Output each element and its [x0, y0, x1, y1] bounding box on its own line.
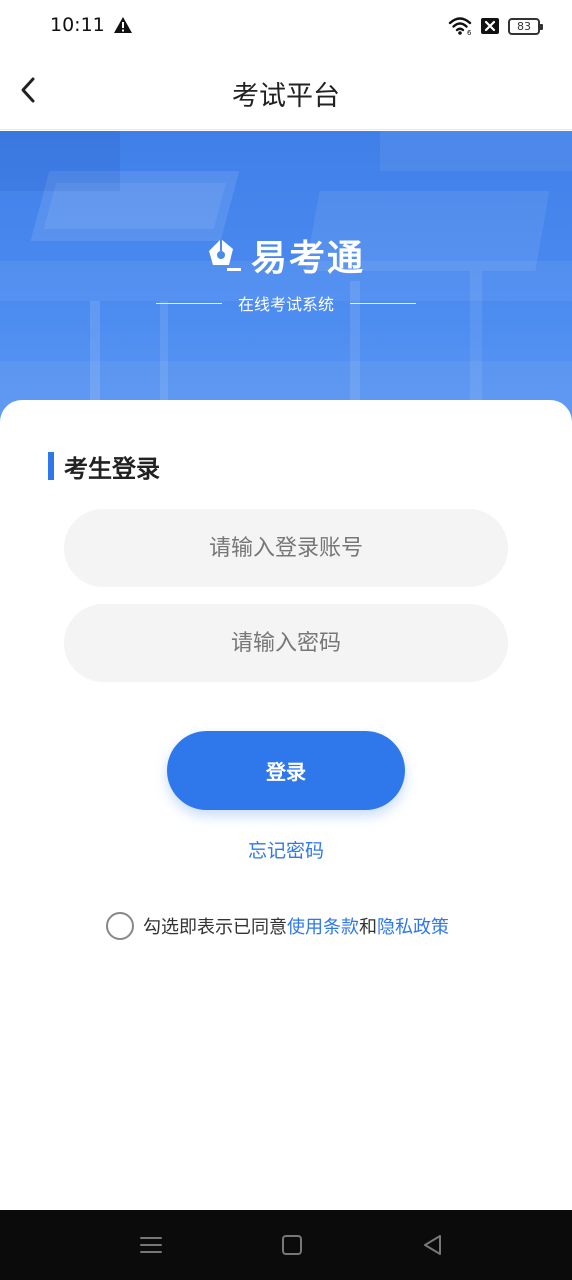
tagline: 在线考试系统: [237, 295, 334, 314]
pen-nib-logo-icon: [208, 239, 241, 271]
agreement-row: 勾选即表示已同意 使用条款 和 隐私政策: [106, 912, 449, 940]
page-title: 考试平台: [232, 81, 340, 112]
privacy-link[interactable]: 隐私政策: [377, 913, 449, 939]
back-triangle-icon[interactable]: [420, 1232, 446, 1258]
password-input[interactable]: [64, 604, 508, 682]
agreement-text: 勾选即表示已同意: [143, 917, 287, 938]
warning-icon: [114, 17, 132, 33]
divider: [350, 302, 416, 304]
agreement-and-text: 和: [359, 917, 377, 938]
brand: 易考通: [0, 229, 572, 281]
banner: 易考通 在线考试系统: [0, 131, 572, 431]
battery-icon: 83: [508, 17, 543, 35]
section-title-text: 考生登录: [64, 454, 160, 483]
home-icon[interactable]: [279, 1232, 305, 1258]
account-input[interactable]: [64, 509, 508, 587]
status-bar: 10:11 6 83: [0, 0, 572, 52]
status-icons: 6 83: [448, 14, 543, 38]
classroom-background-image: [0, 131, 572, 431]
section-accent-bar: [48, 452, 54, 480]
nav-bar: 考试平台: [0, 52, 572, 130]
login-card: 考生登录 登录 忘记密码 勾选即表示已同意 使用条款 和 隐私政策: [0, 400, 572, 1210]
sim-off-icon: [481, 18, 499, 34]
divider: [155, 302, 222, 304]
login-button[interactable]: 登录: [167, 731, 405, 810]
forgot-password-link[interactable]: 忘记密码: [0, 836, 572, 863]
status-time: 10:11: [50, 14, 105, 36]
wifi-icon: 6: [448, 17, 472, 36]
section-title: 考生登录: [48, 451, 160, 483]
menu-icon[interactable]: [138, 1232, 164, 1258]
brand-name: 易考通: [250, 238, 365, 279]
system-nav-bar: [0, 1210, 572, 1280]
tagline-row: 在线考试系统: [0, 291, 572, 315]
terms-link[interactable]: 使用条款: [287, 913, 359, 939]
agreement-checkbox[interactable]: [106, 912, 134, 940]
svg-text:6: 6: [467, 29, 472, 36]
